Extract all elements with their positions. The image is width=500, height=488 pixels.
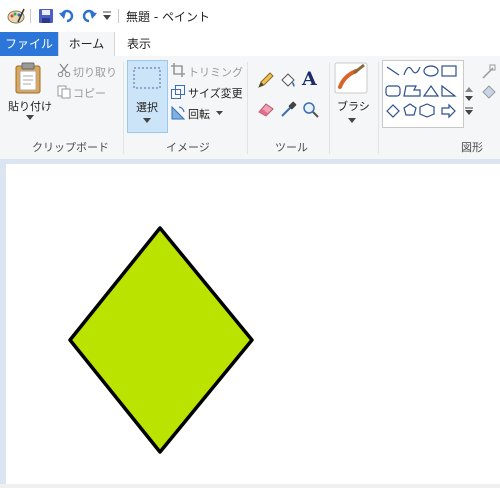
eraser-icon[interactable] — [257, 101, 275, 117]
select-dropdown-icon[interactable] — [143, 118, 151, 124]
tools-group-label: ツール — [275, 141, 308, 154]
text-tool-icon[interactable]: A — [302, 68, 317, 90]
clipboard-group-label: クリップボード — [32, 141, 109, 154]
diamond-shape[interactable] — [68, 226, 254, 454]
group-separator — [329, 62, 330, 154]
paint-app-icon[interactable] — [6, 6, 26, 26]
drawing-canvas[interactable] — [6, 164, 500, 484]
outline-icon[interactable] — [481, 64, 497, 80]
crop-button[interactable]: トリミング — [188, 64, 243, 80]
copy-button[interactable]: コピー — [73, 85, 106, 101]
tab-home[interactable]: ホーム — [58, 32, 115, 57]
ribbon-tabs: ファイル ホーム 表示 — [0, 32, 500, 57]
window-title: 無題 - ペイント — [126, 10, 210, 24]
cut-button[interactable]: 切り取り — [73, 64, 117, 80]
resize-button[interactable]: サイズ変更 — [188, 85, 243, 101]
gallery-expand-icon[interactable] — [465, 107, 473, 116]
shapes-gallery[interactable] — [382, 60, 464, 128]
rotate-dropdown-icon[interactable] — [216, 111, 223, 116]
brushes-dropdown-icon[interactable] — [348, 118, 356, 124]
group-separator — [247, 62, 248, 154]
fill-icon[interactable] — [279, 71, 297, 89]
brushes-icon[interactable] — [334, 62, 368, 94]
image-group-label: イメージ — [166, 141, 210, 154]
select-icon — [133, 67, 161, 89]
cut-icon[interactable] — [57, 63, 71, 77]
paste-button[interactable]: 貼り付け — [8, 98, 52, 114]
group-separator — [378, 62, 379, 154]
select-label: 選択 — [136, 101, 158, 114]
pencil-icon[interactable] — [257, 71, 275, 89]
paste-dropdown-icon[interactable] — [26, 115, 34, 121]
tab-file[interactable]: ファイル — [0, 32, 58, 56]
fill-shape-icon[interactable] — [481, 84, 497, 100]
separator — [30, 9, 31, 23]
tab-view[interactable]: 表示 — [116, 32, 162, 56]
crop-icon[interactable] — [171, 63, 185, 77]
select-button[interactable]: 選択 — [127, 60, 168, 133]
rotate-icon[interactable] — [171, 106, 185, 120]
customize-dropdown-icon[interactable] — [102, 10, 112, 22]
shapes-group-label: 図形 — [461, 141, 483, 154]
rotate-button[interactable]: 回転 — [188, 106, 210, 122]
canvas-drawing — [68, 226, 254, 454]
shapes-gallery-icons — [385, 65, 457, 119]
brushes-button[interactable]: ブラシ — [337, 98, 370, 114]
gallery-scroll-down-icon[interactable] — [465, 96, 473, 102]
paste-icon[interactable] — [14, 62, 44, 94]
magnifier-icon[interactable] — [302, 101, 320, 119]
color-picker-icon[interactable] — [279, 101, 297, 119]
separator — [118, 9, 119, 23]
copy-icon[interactable] — [57, 85, 71, 99]
save-icon[interactable] — [38, 8, 54, 24]
gallery-scroll-up-icon[interactable] — [465, 87, 473, 93]
resize-icon[interactable] — [171, 85, 185, 99]
undo-icon[interactable] — [58, 7, 76, 25]
group-separator — [123, 62, 124, 154]
redo-icon[interactable] — [80, 7, 98, 25]
